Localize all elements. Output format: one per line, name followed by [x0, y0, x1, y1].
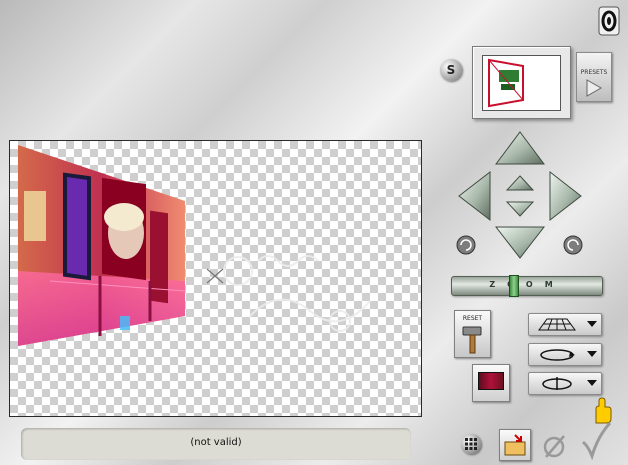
s-button[interactable]: S — [440, 59, 462, 81]
presets-label: PRESETS — [580, 69, 608, 76]
rotate-left-icon[interactable] — [456, 235, 476, 255]
arrow-left-icon[interactable] — [458, 170, 491, 222]
chevron-down-icon — [587, 380, 597, 386]
chevron-right-icon — [586, 79, 603, 97]
reset-label: RESET — [462, 315, 483, 322]
transformed-image — [18, 145, 186, 346]
ok-checkmark-icon[interactable] — [580, 420, 612, 460]
grid-button[interactable] — [461, 434, 481, 454]
chevron-down-icon — [587, 321, 597, 327]
open-button[interactable] — [499, 429, 531, 461]
rotate-right-icon[interactable] — [563, 235, 583, 255]
open-folder-icon — [504, 434, 526, 456]
small-up-icon[interactable] — [505, 175, 535, 191]
arrow-down-icon[interactable] — [494, 226, 546, 259]
center-crosshair — [206, 268, 224, 284]
arrow-up-icon[interactable] — [495, 131, 545, 165]
watermark-logo — [223, 255, 371, 332]
cancel-icon[interactable] — [541, 432, 569, 460]
texture-button[interactable] — [472, 364, 510, 402]
preview-canvas[interactable] — [9, 140, 422, 417]
perspective-dropdown[interactable] — [528, 313, 602, 336]
rotate-dropdown[interactable] — [528, 343, 602, 366]
flip-dropdown[interactable] — [528, 372, 602, 395]
preset-thumbnail — [482, 55, 561, 111]
texture-swatch — [478, 372, 504, 390]
grid-icon — [465, 438, 477, 450]
rotate-ellipse-icon — [540, 349, 575, 361]
perspective-grid-icon — [538, 318, 576, 331]
zoom-slider[interactable]: ZOOM — [451, 275, 603, 297]
chevron-down-icon — [587, 351, 597, 357]
status-bar: (not valid) — [21, 428, 411, 460]
navigation-pad — [456, 131, 583, 259]
small-down-icon[interactable] — [505, 201, 535, 217]
hammer-icon — [462, 326, 482, 354]
preset-preview — [472, 46, 571, 119]
flip-icon — [542, 377, 572, 390]
help-icon[interactable] — [598, 6, 620, 36]
zoom-thumb[interactable] — [509, 275, 519, 297]
arrow-right-icon[interactable] — [549, 170, 582, 222]
presets-button[interactable]: PRESETS — [576, 52, 612, 102]
reset-button[interactable]: RESET — [454, 310, 491, 358]
zoom-label: ZOOM — [489, 280, 565, 289]
status-text: (not valid) — [190, 437, 242, 448]
